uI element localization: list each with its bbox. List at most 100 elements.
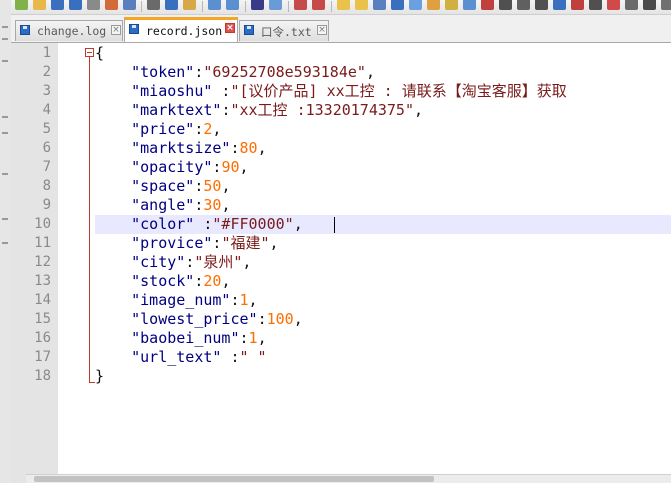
line-number: 7 [42,159,51,175]
save-all-icon[interactable] [69,0,82,10]
edge-mark [2,60,8,62]
close-icon[interactable]: × [317,25,327,35]
code-line-3[interactable]: "miaoshu" :"[议价产品] xx工控 : 请联系【淘宝客服】获取 [95,82,567,101]
tab-kouling-txt[interactable]: 口令.txt × [239,20,329,41]
horizontal-scrollbar[interactable] [26,474,671,483]
line-number: 16 [34,330,51,346]
line-number: 2 [42,64,51,80]
save-icon[interactable] [51,0,64,10]
edge-mark [2,116,8,118]
lang-icon[interactable] [427,0,440,10]
tab-change-log[interactable]: change.log × [15,20,123,41]
code-line-7[interactable]: "opacity":90, [95,158,248,177]
scrollbar-thumb[interactable] [34,476,434,482]
record-macro-icon[interactable] [481,0,494,10]
cut-icon[interactable] [147,0,160,10]
code-line-5[interactable]: "price":2, [95,120,221,139]
text-caret [334,217,335,233]
file-saved-icon [129,24,139,34]
notepad-window: change.log × record.json × 口令.txt × 1 2 … [0,0,671,483]
code-line-6[interactable]: "marktsize":80, [95,139,266,158]
new-file-icon[interactable] [15,0,28,10]
edge-mark [2,218,8,220]
tab-label: change.log [37,24,107,38]
close-icon[interactable]: × [225,23,235,33]
line-number: 17 [34,349,51,365]
code-line-1[interactable]: { [95,44,104,63]
edge-mark [2,26,8,28]
toolbar-separator [141,1,142,12]
run-macro-multiple-icon[interactable] [535,0,548,10]
show-all-chars-icon[interactable] [391,0,404,10]
code-line-12[interactable]: "city":"泉州", [95,253,251,272]
line-number: 9 [42,197,51,213]
folder-as-workspace-icon[interactable] [445,0,458,10]
code-line-2[interactable]: "token":"69252708e593184e", [95,63,375,82]
line-number: 1 [42,45,51,61]
line-number: 13 [34,273,51,289]
tab-label: 口令.txt [261,25,312,39]
find-icon[interactable] [251,0,264,10]
file-saved-icon [20,25,30,35]
copy-icon[interactable] [165,0,178,10]
line-number: 5 [42,121,51,137]
line-number: 4 [42,102,51,118]
line-number: 3 [42,83,51,99]
code-line-16[interactable]: "baobei_num":1, [95,329,266,348]
file-saved-icon [244,25,254,35]
sync-horizontal-icon[interactable] [355,0,368,10]
line-number: 18 [34,368,51,384]
extra-icon[interactable] [643,0,656,10]
line-number: 6 [42,140,51,156]
open-folder-icon[interactable] [33,0,46,10]
fold-guide-line [89,57,90,383]
fold-margin [79,43,95,483]
replace-icon[interactable] [269,0,282,10]
undo-icon[interactable] [208,0,221,10]
plugin-icon[interactable] [571,0,584,10]
zoom-in-icon[interactable] [294,0,307,10]
zoom-out-icon[interactable] [312,0,325,10]
code-line-13[interactable]: "stock":20, [95,272,230,291]
close-file-icon[interactable] [87,0,100,10]
edge-mark [2,38,8,40]
paste-icon[interactable] [183,0,196,10]
print-icon[interactable] [123,0,136,10]
code-line-9[interactable]: "angle":30, [95,196,230,215]
stop-macro-icon[interactable] [499,0,512,10]
close-icon[interactable]: × [111,25,121,35]
settings-icon[interactable] [589,0,602,10]
view-icon[interactable] [625,0,638,10]
tab-record-json[interactable]: record.json × [124,17,238,42]
editor[interactable]: 1 2 3 4 5 6 7 8 9 10 11 12 13 14 15 16 1… [11,43,671,483]
indent-guide-icon[interactable] [409,0,422,10]
extra-icon[interactable] [661,0,671,10]
line-number: 12 [34,254,51,270]
edge-mark [2,132,8,134]
monitor-icon[interactable] [607,0,620,10]
doc-map-icon[interactable] [463,0,476,10]
fold-collapse-icon[interactable] [85,48,94,57]
code-line-8[interactable]: "space":50, [95,177,230,196]
code-line-14[interactable]: "image_num":1, [95,291,257,310]
toolbar-separator [288,1,289,12]
tab-bar: change.log × record.json × 口令.txt × [11,15,671,43]
save-macro-icon[interactable] [553,0,566,10]
line-number: 14 [34,292,51,308]
sync-vertical-icon[interactable] [337,0,350,10]
code-line-17[interactable]: "url_text" :" " [95,348,266,367]
toolbar-separator [202,1,203,12]
toolbar-separator [245,1,246,12]
redo-icon[interactable] [226,0,239,10]
code-line-18[interactable]: } [95,367,104,386]
toolbar-separator [331,1,332,12]
close-all-icon[interactable] [105,0,118,10]
line-number-gutter: 1 2 3 4 5 6 7 8 9 10 11 12 13 14 15 16 1… [11,43,58,483]
edge-mark [2,242,8,244]
play-macro-icon[interactable] [517,0,530,10]
word-wrap-icon[interactable] [373,0,386,10]
code-line-4[interactable]: "marktext":"xx工控 :13320174375", [95,101,423,120]
code-line-10[interactable]: "color" :"#FF0000", [95,215,303,234]
code-line-15[interactable]: "lowest_price":100, [95,310,303,329]
code-line-11[interactable]: "provice":"福建", [95,234,278,253]
